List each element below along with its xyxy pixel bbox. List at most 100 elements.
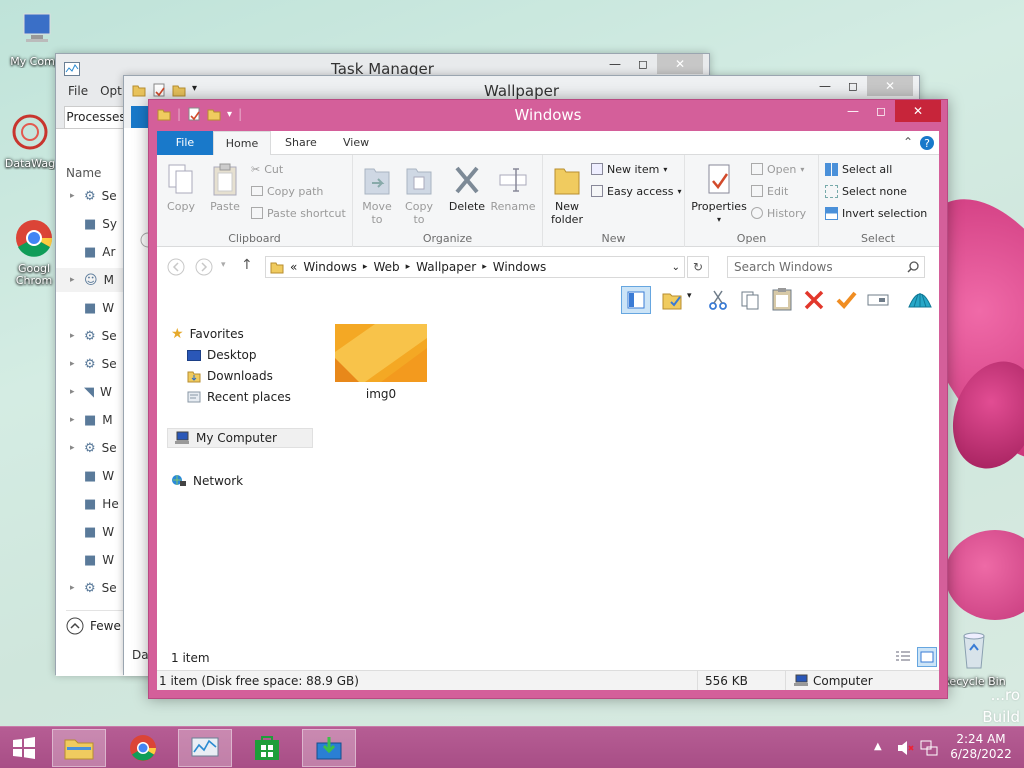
tab-file[interactable]: File: [157, 131, 213, 155]
address-bar[interactable]: « Windows ▸ Web ▸ Wallpaper ▸ Windows ⌄: [265, 256, 685, 278]
cut-button[interactable]: ✂ Cut: [251, 160, 283, 178]
toolbar-dropdown-icon[interactable]: ▾: [687, 291, 692, 301]
process-row[interactable]: ■ Ar: [56, 240, 126, 264]
crumb-wallpaper[interactable]: Wallpaper: [416, 260, 476, 274]
delete-button[interactable]: Delete: [447, 163, 487, 213]
desktop-icon-recycle-bin[interactable]: Recycle Bin: [942, 630, 1006, 688]
easy-access-button[interactable]: Easy access ▾: [591, 182, 682, 200]
select-all-button[interactable]: Select all: [825, 160, 892, 178]
process-row[interactable]: ■ He: [56, 492, 126, 516]
forward-icon[interactable]: [195, 258, 213, 276]
minimize-icon[interactable]: —: [839, 100, 867, 122]
process-row[interactable]: ▸ ☺ M: [56, 268, 126, 292]
new-item-button[interactable]: New item ▾: [591, 160, 667, 178]
tab-share[interactable]: Share: [273, 131, 329, 155]
search-input[interactable]: Search Windows: [727, 256, 925, 278]
process-row[interactable]: ▸ ⚙ Se: [56, 576, 126, 600]
expand-chevron-icon[interactable]: ▸: [70, 583, 78, 593]
rename-icon[interactable]: [867, 289, 889, 311]
process-row[interactable]: ■ Sy: [56, 212, 126, 236]
process-row[interactable]: ▸ ■ M: [56, 408, 126, 432]
network-status-icon[interactable]: [920, 739, 938, 757]
help-icon[interactable]: ?: [919, 135, 935, 151]
close-icon[interactable]: ✕: [657, 54, 703, 74]
cut-icon[interactable]: [707, 289, 729, 311]
start-button[interactable]: [0, 729, 48, 767]
address-dropdown-icon[interactable]: ⌄: [672, 262, 680, 273]
expand-chevron-icon[interactable]: ▸: [70, 415, 78, 425]
copy-to-button[interactable]: Copy to: [401, 163, 437, 226]
column-name[interactable]: Name: [66, 166, 101, 180]
minimize-icon[interactable]: —: [811, 76, 839, 96]
maximize-icon[interactable]: ◻: [629, 54, 657, 74]
new-folder-button[interactable]: New folder: [547, 163, 587, 226]
crumb-web[interactable]: Web: [373, 260, 399, 274]
close-icon[interactable]: ✕: [895, 100, 941, 122]
details-view-icon[interactable]: [895, 650, 911, 664]
expand-chevron-icon[interactable]: ▸: [70, 387, 78, 397]
taskbar-store[interactable]: [240, 729, 294, 767]
refresh-icon[interactable]: ↻: [687, 256, 709, 278]
nav-desktop[interactable]: Desktop: [187, 345, 257, 365]
nav-downloads[interactable]: Downloads: [187, 366, 273, 386]
delete-icon[interactable]: [803, 289, 825, 311]
recent-locations-icon[interactable]: ▾: [221, 260, 226, 270]
expand-chevron-icon[interactable]: ▸: [70, 443, 78, 453]
expand-chevron-icon[interactable]: ▸: [70, 359, 78, 369]
search-icon[interactable]: [907, 261, 919, 273]
desktop-icon-datawag[interactable]: DataWag: [0, 112, 62, 170]
clock[interactable]: 2:24 AM 6/28/2022: [946, 732, 1016, 762]
up-icon[interactable]: ↑: [241, 257, 253, 273]
desktop-icon-chrome[interactable]: Googl Chrom: [6, 218, 62, 287]
file-item[interactable]: img0: [335, 324, 427, 401]
expand-chevron-icon[interactable]: ▸: [70, 191, 78, 201]
close-icon[interactable]: ✕: [867, 76, 913, 96]
copy-path-button[interactable]: Copy path: [251, 182, 323, 200]
paste-icon[interactable]: [771, 287, 793, 311]
shell-icon[interactable]: [907, 287, 933, 311]
invert-selection-button[interactable]: Invert selection: [825, 204, 927, 222]
process-row[interactable]: ▸ ⚙ Se: [56, 352, 126, 376]
crumb-windows-current[interactable]: Windows: [493, 260, 547, 274]
tab-home[interactable]: Home: [213, 131, 271, 156]
nav-favorites[interactable]: ★ Favorites: [171, 324, 244, 344]
open-button[interactable]: Open ▾: [751, 160, 804, 178]
tab-view[interactable]: View: [331, 131, 381, 155]
explorer-window[interactable]: | ▾ | Windows — ◻ ✕ File Home Share View ⌃…: [148, 99, 948, 699]
nav-recent-places[interactable]: Recent places: [187, 387, 291, 407]
edit-button[interactable]: Edit: [751, 182, 788, 200]
process-row[interactable]: ▸ ◥ W: [56, 380, 126, 404]
taskbar-task-manager[interactable]: [178, 729, 232, 767]
process-row[interactable]: ■ W: [56, 296, 126, 320]
maximize-icon[interactable]: ◻: [839, 76, 867, 96]
process-row[interactable]: ▸ ⚙ Se: [56, 324, 126, 348]
taskbar-file-explorer[interactable]: [52, 729, 106, 767]
nav-my-computer[interactable]: My Computer: [167, 428, 313, 448]
show-hidden-icons[interactable]: ▲: [874, 741, 882, 752]
crumb-windows[interactable]: Windows: [303, 260, 357, 274]
process-row[interactable]: ▸ ⚙ Se: [56, 436, 126, 460]
volume-muted-icon[interactable]: [896, 739, 914, 757]
tab-processes[interactable]: Processes: [64, 106, 128, 128]
expand-chevron-icon[interactable]: ▸: [70, 275, 78, 285]
back-icon[interactable]: [167, 258, 185, 276]
preview-pane-button[interactable]: [621, 286, 651, 314]
move-to-button[interactable]: Move to: [359, 163, 395, 226]
checkmark-icon[interactable]: [835, 289, 857, 311]
folder-options-icon[interactable]: [661, 289, 683, 311]
copy-icon[interactable]: [739, 289, 761, 311]
menu-options[interactable]: Opti: [100, 84, 125, 102]
history-button[interactable]: History: [751, 204, 806, 222]
paste-shortcut-button[interactable]: Paste shortcut: [251, 204, 346, 222]
process-row[interactable]: ▸ ⚙ Se: [56, 184, 126, 208]
paste-button[interactable]: Paste: [205, 163, 245, 213]
taskbar-installer[interactable]: [302, 729, 356, 767]
maximize-icon[interactable]: ◻: [867, 100, 895, 122]
process-row[interactable]: ■ W: [56, 520, 126, 544]
process-row[interactable]: ■ W: [56, 548, 126, 572]
menu-file[interactable]: File: [68, 84, 88, 102]
large-icons-view-button[interactable]: [917, 647, 937, 667]
taskbar-chrome[interactable]: [116, 729, 170, 767]
expand-chevron-icon[interactable]: ▸: [70, 331, 78, 341]
collapse-ribbon-icon[interactable]: ⌃: [903, 135, 913, 149]
